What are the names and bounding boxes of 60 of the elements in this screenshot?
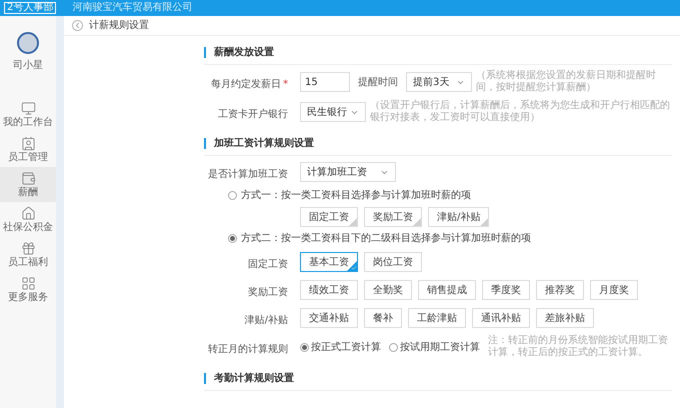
salary-item-button[interactable]: 全勤奖 [364,280,412,300]
dropdown[interactable]: 计算加班工资 [300,162,396,182]
radio-button[interactable] [389,342,398,352]
salary-item-button[interactable]: 基本工资 [300,252,358,272]
note-text: 注：转正前的月份系统智能按试用期工资计算，转正后的按正式的工资计算。 [488,335,669,359]
radio-button[interactable] [228,234,237,243]
salary-item-button[interactable]: 销售提成 [418,280,476,300]
sidebar-item[interactable]: 员工福利 [0,237,56,272]
sidebar-item[interactable]: 员工管理 [0,132,56,167]
field-label: 转正月的计算规则 [208,344,288,355]
field-label: 每月约定发薪日 [211,79,281,90]
sidebar-item[interactable]: 更多服务 [0,272,56,307]
radio-label: 按正式工资计算 [311,340,381,354]
company-name: 河南骏宝汽车贸易有限公司 [72,3,192,13]
field-label: 奖励工资 [248,287,288,298]
section-title: 薪酬发放设置 [204,47,274,58]
radio-label: 按试用期工资计算 [400,340,480,354]
radio-button[interactable] [300,342,309,352]
hint-text: （系统将根据您设置的发薪日期和提醒时间，按时提醒您计算薪酬） [476,70,657,94]
field-label: 固定工资 [248,259,288,270]
radio-button[interactable] [228,191,237,200]
salary-item-button[interactable]: 固定工资 [300,207,358,227]
salary-item-button[interactable]: 津贴/补贴 [428,207,490,227]
dropdown[interactable]: 民生银行 [300,102,366,122]
gift-icon [20,241,36,256]
salary-item-button[interactable]: 餐补 [364,308,402,328]
back-icon[interactable] [72,20,83,31]
avatar-icon [17,32,39,54]
grid-icon [20,276,36,291]
salary-item-button[interactable]: 通讯补贴 [472,308,530,328]
monitor-icon [20,101,36,116]
salary-item-button[interactable]: 交通补贴 [300,308,358,328]
hint-text: （设置开户银行后，计算薪酬后，系统将为您生成和开户行相匹配的银行对接表，发工资时可以直接使用） [370,100,671,124]
section-title: 考勤计算规则设置 [204,373,294,384]
house-icon [20,206,36,221]
salary-item-button[interactable]: 工龄津贴 [408,308,466,328]
salary-item-button[interactable]: 岗位工资 [364,252,422,272]
field-label: 工资卡开户银行 [218,109,288,120]
dropdown[interactable]: 提前3天 [406,72,472,92]
sidebar-item[interactable]: 我的工作台 [0,97,56,132]
salary-item-button[interactable]: 差旅补贴 [536,308,594,328]
wallet-icon [20,171,36,186]
input-field[interactable]: 15 [300,72,350,92]
page-title: 计薪规则设置 [89,18,149,33]
salary-item-button[interactable]: 奖励工资 [364,207,422,227]
required-mark: * [283,79,288,90]
sidebar-item[interactable]: 薪酬 [0,167,56,202]
user-name: 司小星 [13,58,43,73]
salary-item-button[interactable]: 绩效工资 [300,280,358,300]
salary-item-button[interactable]: 月度奖 [590,280,638,300]
field-label: 津贴/补贴 [244,315,288,326]
section-title: 加班工资计算规则设置 [204,138,314,149]
sidebar-item[interactable]: 社保公积金 [0,202,56,237]
field-label: 是否计算加班工资 [208,169,288,180]
contact-card-icon [20,136,36,151]
salary-item-button[interactable]: 季度奖 [482,280,530,300]
field-label: 提醒时间 [358,76,398,90]
salary-item-button[interactable]: 推荐奖 [536,280,584,300]
method-label: 方式二：按一类工资科目下的二级科目选择参与计算加班时薪的项 [241,232,531,246]
method-label: 方式一：按一类工资科目选择参与计算加班时薪的项 [241,188,471,203]
